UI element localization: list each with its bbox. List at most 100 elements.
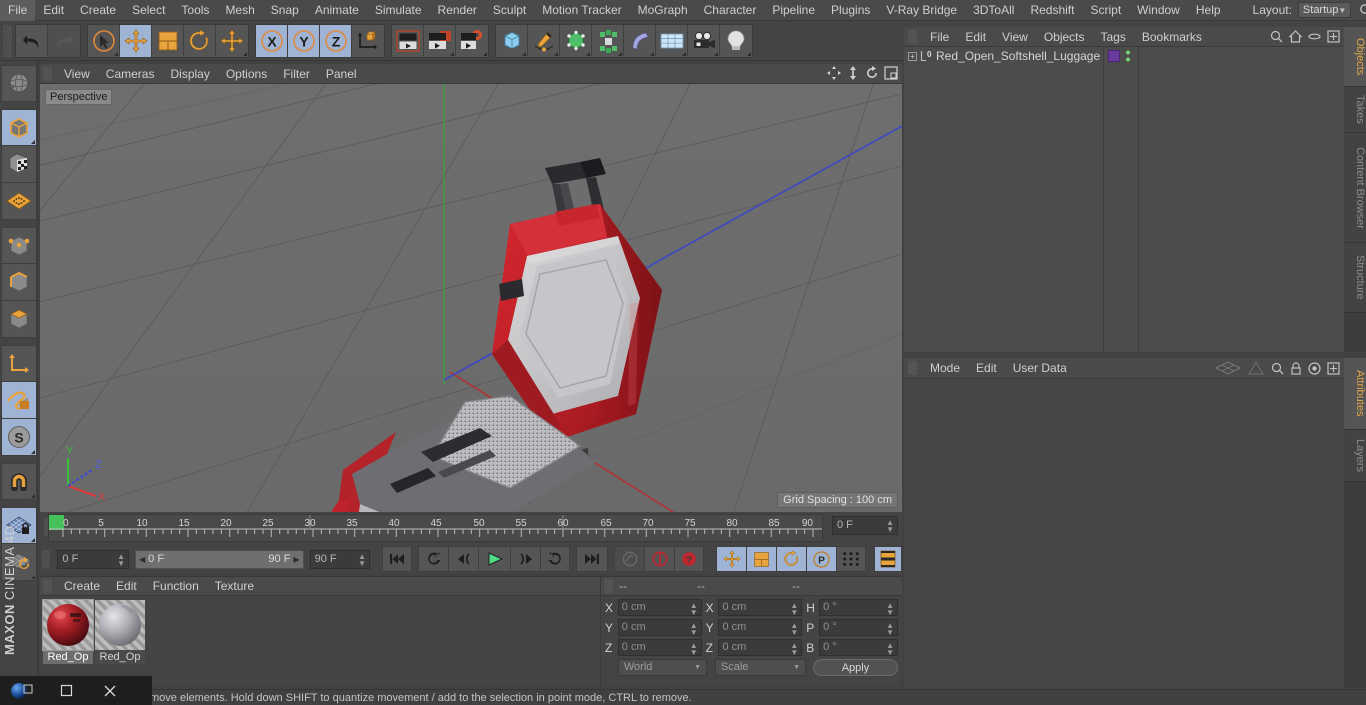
spinner-icon[interactable]: ▲ ▼: [790, 602, 798, 617]
coord-field-pos-y[interactable]: 0 cm ▲ ▼: [617, 619, 702, 637]
material-thumbnail[interactable]: [95, 600, 145, 650]
cone-icon[interactable]: [1247, 361, 1265, 375]
polygon-mode-icon[interactable]: [0, 301, 37, 338]
spinner-icon[interactable]: ▲ ▼: [790, 622, 798, 637]
axis-x-button[interactable]: X: [256, 24, 288, 57]
object-row-luggage[interactable]: + 0 Red_Open_Softshell_Luggage: [904, 47, 1103, 65]
object-menu-file[interactable]: File: [922, 27, 957, 47]
scale-key-button[interactable]: [746, 546, 776, 572]
attribute-menu-mode[interactable]: Mode: [922, 358, 968, 379]
range-right-arrow-icon[interactable]: ▶: [293, 555, 299, 564]
timeline-ruler[interactable]: 05 10 15 20 25 30 35 40 45 50 55 60 65 70 75 80…: [48, 514, 823, 542]
spinner-icon[interactable]: ▲ ▼: [886, 622, 894, 637]
go-to-end-button[interactable]: [576, 546, 608, 572]
axis-y-button[interactable]: Y: [288, 24, 320, 57]
step-back-button[interactable]: [448, 546, 478, 572]
spinner-icon[interactable]: ▲ ▼: [690, 602, 698, 617]
axis-z-button[interactable]: Z: [320, 24, 352, 57]
spinner-icon[interactable]: ▲ ▼: [358, 552, 366, 567]
viewport-menu-options[interactable]: Options: [218, 64, 275, 84]
spinner-icon[interactable]: ▲ ▼: [690, 622, 698, 637]
viewport-grip[interactable]: [43, 66, 52, 81]
menu-item-file[interactable]: File: [0, 0, 36, 21]
material-menu-function[interactable]: Function: [145, 577, 207, 596]
render-region-icon[interactable]: [424, 24, 456, 57]
coord-field-rot-p[interactable]: 0 ° ▲ ▼: [819, 619, 898, 637]
target-icon[interactable]: [1308, 361, 1321, 375]
camera-icon[interactable]: [688, 24, 720, 57]
preview-range-bar[interactable]: ◀ 0 F 90 F ▶: [135, 549, 304, 569]
next-key-button[interactable]: [540, 546, 570, 572]
material-tag-icon[interactable]: [1108, 50, 1120, 62]
undo-icon[interactable]: [16, 24, 48, 57]
menu-item-window[interactable]: Window: [1129, 0, 1188, 21]
viewport-menu-panel[interactable]: Panel: [318, 64, 365, 84]
material-menu-create[interactable]: Create: [56, 577, 108, 596]
point-level-animation-button[interactable]: [836, 546, 866, 572]
menu-item-select[interactable]: Select: [124, 0, 173, 21]
scale-tool-icon[interactable]: [152, 24, 184, 57]
coord-field-size-y[interactable]: 0 cm ▲ ▼: [718, 619, 803, 637]
model-mode-icon[interactable]: [0, 109, 37, 146]
coord-field-size-x[interactable]: 0 cm ▲ ▼: [718, 599, 803, 617]
material-grip[interactable]: [43, 579, 52, 593]
end-frame-field[interactable]: 90 F ▲ ▼: [309, 549, 370, 569]
redo-icon[interactable]: [48, 24, 80, 57]
attribute-content-area[interactable]: [904, 379, 1344, 688]
scene-floor-icon[interactable]: [656, 24, 688, 57]
attribute-manager-grip[interactable]: [908, 361, 917, 375]
deformer-icon[interactable]: [592, 24, 624, 57]
point-mode-icon[interactable]: [0, 227, 37, 264]
autokeying-button[interactable]: [644, 546, 674, 572]
coord-field-rot-h[interactable]: 0 ° ▲ ▼: [819, 599, 898, 617]
object-menu-objects[interactable]: Objects: [1036, 27, 1093, 47]
menu-item-help[interactable]: Help: [1188, 0, 1229, 21]
tab-objects[interactable]: Objects: [1344, 27, 1366, 87]
move-view-icon[interactable]: [827, 66, 841, 80]
playback-grip[interactable]: [42, 550, 51, 568]
material-item-red[interactable]: Red_Op: [42, 599, 94, 664]
attribute-menu-user-data[interactable]: User Data: [1005, 358, 1075, 379]
render-view-icon[interactable]: [392, 24, 424, 57]
viewport-menu-filter[interactable]: Filter: [275, 64, 318, 84]
expand-toggle-icon[interactable]: +: [908, 51, 917, 61]
spinner-icon[interactable]: ▲ ▼: [886, 519, 894, 534]
toolbar-grip[interactable]: [3, 24, 12, 57]
tab-attributes[interactable]: Attributes: [1344, 358, 1366, 430]
menu-item-character[interactable]: Character: [696, 0, 765, 21]
range-left-arrow-icon[interactable]: ◀: [139, 555, 145, 564]
record-active-objects-button[interactable]: [614, 546, 644, 572]
spinner-icon[interactable]: ▲ ▼: [790, 642, 798, 657]
menu-item-tools[interactable]: Tools: [173, 0, 217, 21]
menu-item-pipeline[interactable]: Pipeline: [764, 0, 823, 21]
rotate-view-icon[interactable]: [865, 66, 879, 80]
menu-item-motion-tracker[interactable]: Motion Tracker: [534, 0, 629, 21]
menu-item-vray-bridge[interactable]: V-Ray Bridge: [878, 0, 965, 21]
object-menu-tags[interactable]: Tags: [1093, 27, 1134, 47]
material-thumbnail[interactable]: [42, 599, 94, 651]
menu-item-redshift[interactable]: Redshift: [1022, 0, 1082, 21]
menu-item-create[interactable]: Create: [72, 0, 124, 21]
coordinate-system-dropdown[interactable]: World ▼: [617, 659, 707, 676]
coord-field-pos-z[interactable]: 0 cm ▲ ▼: [617, 639, 702, 657]
bend-icon[interactable]: [624, 24, 656, 57]
attribute-menu-edit[interactable]: Edit: [968, 358, 1005, 379]
render-settings-icon[interactable]: [456, 24, 488, 57]
axis-mode-icon[interactable]: [0, 345, 37, 382]
keyframe-selection-button[interactable]: ?: [674, 546, 704, 572]
viewport-menu-view[interactable]: View: [56, 64, 98, 84]
go-to-start-button[interactable]: [382, 546, 412, 572]
material-menu-edit[interactable]: Edit: [108, 577, 145, 596]
menu-item-snap[interactable]: Snap: [263, 0, 307, 21]
spinner-icon[interactable]: ▲ ▼: [886, 602, 894, 617]
spinner-icon[interactable]: ▲ ▼: [117, 552, 125, 567]
object-manager-grip[interactable]: [908, 29, 917, 44]
search-icon[interactable]: [1359, 3, 1366, 17]
ellipse-icon[interactable]: [1308, 30, 1321, 43]
zoom-view-icon[interactable]: [846, 66, 860, 80]
menu-item-render[interactable]: Render: [430, 0, 485, 21]
snap-s-icon[interactable]: S: [0, 419, 37, 456]
c4d-app-icon[interactable]: [0, 676, 44, 705]
timeline-button[interactable]: [874, 546, 902, 572]
fullscreen-icon[interactable]: [1327, 30, 1340, 43]
